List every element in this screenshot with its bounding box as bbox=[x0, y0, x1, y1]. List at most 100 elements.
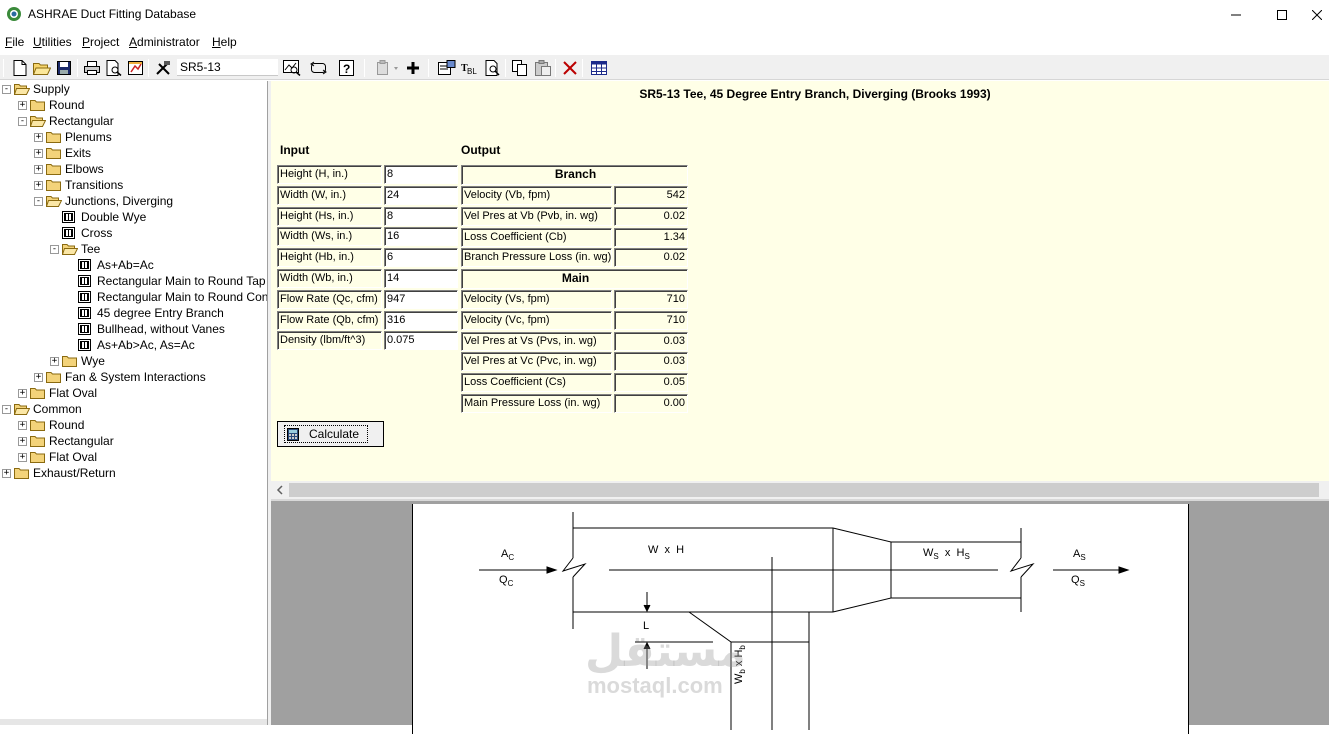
tree-item[interactable]: - Junctions, Diverging bbox=[34, 193, 173, 209]
tree-item-label: Rectangular bbox=[49, 434, 114, 448]
tree-item[interactable]: Rectangular Main to Round Tap bbox=[66, 273, 266, 289]
table-button[interactable]: T BL bbox=[460, 58, 480, 78]
fitting-tree[interactable]: - Supply + Round - Rectangular + Plenums + Exits +… bbox=[0, 81, 268, 725]
input-field[interactable]: 316 bbox=[384, 310, 458, 330]
tree-item[interactable]: - Tee bbox=[50, 241, 100, 257]
tree-item[interactable]: + Wye bbox=[50, 353, 105, 369]
tree-item[interactable]: As+Ab=Ac bbox=[66, 257, 154, 273]
properties-button[interactable] bbox=[437, 58, 457, 78]
expand-icon[interactable]: + bbox=[34, 372, 43, 382]
tree-item[interactable]: - Rectangular bbox=[18, 113, 114, 129]
help-button[interactable]: ? bbox=[337, 58, 357, 78]
expand-icon[interactable]: + bbox=[34, 132, 43, 142]
tree-item[interactable]: + Round bbox=[18, 417, 84, 433]
collapse-icon[interactable]: - bbox=[2, 404, 11, 414]
tree-item[interactable]: As+Ab>Ac, As=Ac bbox=[66, 337, 195, 353]
expand-icon[interactable]: + bbox=[50, 356, 59, 366]
tree-item[interactable]: + Fan & System Interactions bbox=[34, 369, 206, 385]
fitting-code-input[interactable]: SR5-13 bbox=[177, 59, 278, 76]
tree-item[interactable]: + Exhaust/Return bbox=[2, 465, 116, 481]
grid-button[interactable] bbox=[589, 58, 609, 78]
print-preview-button[interactable] bbox=[104, 58, 124, 78]
save-button[interactable] bbox=[54, 58, 74, 78]
maximize-button[interactable] bbox=[1259, 0, 1305, 30]
tree-item[interactable]: + Flat Oval bbox=[18, 385, 97, 401]
new-button[interactable] bbox=[10, 58, 30, 78]
input-label: Density (lbm/ft^3) bbox=[277, 331, 382, 351]
refresh-button[interactable] bbox=[309, 58, 329, 78]
expand-icon[interactable]: + bbox=[18, 420, 27, 430]
print-button[interactable] bbox=[82, 58, 102, 78]
fitting-diagram: AC QC W x H WS x HS AS QS L Wb x Hb bbox=[412, 504, 1189, 734]
menu-file[interactable]: File bbox=[5, 35, 24, 49]
open-button[interactable] bbox=[32, 58, 52, 78]
expand-icon[interactable]: + bbox=[34, 164, 43, 174]
paste-button[interactable] bbox=[533, 58, 553, 78]
menu-administrator[interactable]: Administrator bbox=[129, 35, 200, 49]
tree-horizontal-scrollbar[interactable] bbox=[0, 719, 267, 725]
input-field[interactable]: 947 bbox=[384, 289, 458, 309]
tree-item-label: Junctions, Diverging bbox=[65, 194, 174, 208]
tree-item[interactable]: - Common bbox=[2, 401, 82, 417]
paste-dropdown-button[interactable] bbox=[373, 58, 401, 78]
menu-help[interactable]: Help bbox=[212, 35, 237, 49]
expand-icon[interactable]: + bbox=[2, 468, 11, 478]
menu-project[interactable]: Project bbox=[82, 35, 119, 49]
tree-item-label: Rectangular bbox=[49, 114, 114, 128]
paste-dropdown-icon bbox=[377, 60, 398, 75]
scroll-left-icon[interactable] bbox=[273, 481, 287, 499]
tools-button[interactable] bbox=[153, 58, 173, 78]
tree-item[interactable]: + Elbows bbox=[34, 161, 104, 177]
tree-item[interactable]: + Exits bbox=[34, 145, 91, 161]
copy-button[interactable] bbox=[510, 58, 530, 78]
expand-icon[interactable]: + bbox=[18, 388, 27, 398]
tree-item[interactable]: + Plenums bbox=[34, 129, 112, 145]
collapse-icon[interactable]: - bbox=[2, 84, 11, 94]
collapse-icon[interactable]: - bbox=[18, 116, 27, 126]
ac-label: AC bbox=[501, 548, 515, 563]
tree-item[interactable]: + Flat Oval bbox=[18, 449, 97, 465]
tree-item-label: 45 degree Entry Branch bbox=[97, 306, 224, 320]
input-field[interactable]: 24 bbox=[384, 185, 458, 205]
save-disk-icon bbox=[57, 61, 71, 75]
expand-icon[interactable]: + bbox=[18, 452, 27, 462]
tree-item[interactable]: Cross bbox=[50, 225, 112, 241]
input-field[interactable]: 14 bbox=[384, 269, 458, 288]
expand-icon[interactable]: + bbox=[18, 100, 27, 110]
input-label: Height (Hb, in.) bbox=[277, 248, 382, 268]
tree-item-label: As+Ab>Ac, As=Ac bbox=[97, 338, 195, 352]
zoom-button[interactable] bbox=[483, 58, 503, 78]
input-field[interactable]: 6 bbox=[384, 248, 458, 268]
form-horizontal-scrollbar[interactable] bbox=[271, 481, 1329, 499]
collapse-icon[interactable]: - bbox=[50, 244, 59, 254]
expand-icon[interactable]: + bbox=[34, 148, 43, 158]
report-button[interactable] bbox=[126, 58, 146, 78]
tree-item[interactable]: Rectangular Main to Round Conical bbox=[66, 289, 267, 305]
expand-icon[interactable]: + bbox=[18, 436, 27, 446]
expand-icon[interactable]: + bbox=[34, 180, 43, 190]
collapse-icon[interactable]: - bbox=[34, 196, 43, 206]
input-field[interactable]: 8 bbox=[384, 165, 458, 184]
properties-icon bbox=[438, 60, 456, 75]
close-button[interactable] bbox=[1305, 0, 1329, 30]
input-field[interactable]: 8 bbox=[384, 206, 458, 226]
calculate-button[interactable]: Calculate bbox=[277, 421, 384, 447]
tree-item-label: Double Wye bbox=[81, 210, 147, 224]
input-field[interactable]: 16 bbox=[384, 227, 458, 247]
input-label: Width (Wb, in.) bbox=[277, 269, 382, 288]
tree-item[interactable]: - Supply bbox=[2, 81, 70, 97]
tree-item[interactable]: + Rectangular bbox=[18, 433, 114, 449]
input-field[interactable]: 0.075 bbox=[384, 331, 458, 351]
tree-item[interactable]: Bullhead, without Vanes bbox=[66, 321, 225, 337]
add-button[interactable] bbox=[403, 58, 423, 78]
menu-utilities[interactable]: Utilities bbox=[33, 35, 72, 49]
minimize-button[interactable] bbox=[1213, 0, 1259, 30]
input-label: Width (Ws, in.) bbox=[277, 227, 382, 247]
search-fitting-button[interactable] bbox=[282, 58, 302, 78]
scrollbar-thumb[interactable] bbox=[289, 483, 1319, 497]
delete-button[interactable] bbox=[560, 58, 580, 78]
tree-item[interactable]: Double Wye bbox=[50, 209, 146, 225]
tree-item[interactable]: + Round bbox=[18, 97, 84, 113]
tree-item[interactable]: + Transitions bbox=[34, 177, 123, 193]
tree-item[interactable]: 45 degree Entry Branch bbox=[66, 305, 224, 321]
